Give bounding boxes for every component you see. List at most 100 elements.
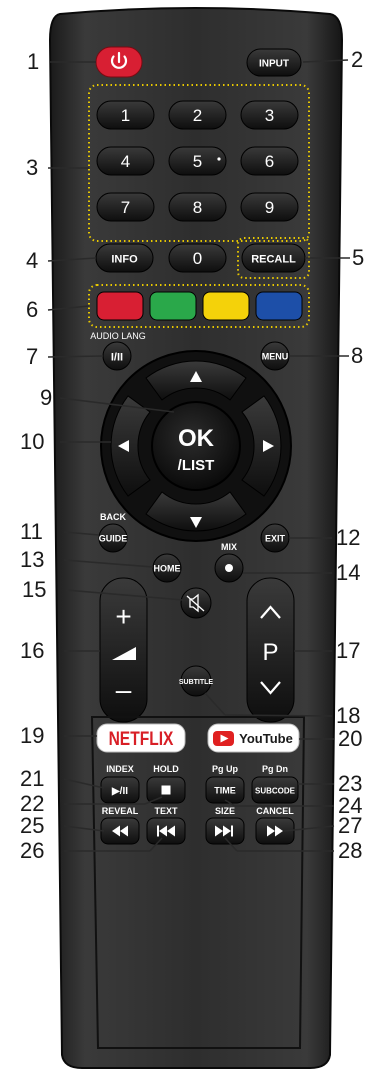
subcode-label: SUBCODE: [255, 787, 296, 796]
volume-down-label: –: [116, 674, 132, 705]
input-button[interactable]: INPUT: [246, 48, 302, 77]
index-label: INDEX: [106, 764, 134, 774]
digit-7-button[interactable]: 7: [96, 192, 155, 222]
callout-21: 21: [20, 766, 45, 791]
digit-1-label: 1: [121, 106, 130, 125]
digit-5-button[interactable]: 5: [168, 146, 227, 176]
tactile-dot-icon: [217, 157, 221, 161]
digit-2-button[interactable]: 2: [168, 100, 227, 130]
stop-icon: [161, 785, 171, 795]
input-label: INPUT: [259, 59, 289, 70]
callout-3: 3: [26, 155, 39, 180]
text-label: TEXT: [154, 806, 178, 816]
callout-9: 9: [40, 385, 53, 410]
callout-7: 7: [26, 344, 39, 369]
callout-25: 25: [20, 813, 45, 838]
digit-0-button[interactable]: 0: [168, 243, 227, 273]
info-label: INFO: [111, 254, 138, 266]
subtitle-label: SUBTITLE: [179, 679, 214, 686]
audio-lang-label: AUDIO LANG: [90, 331, 146, 341]
callout-19: 19: [20, 723, 45, 748]
exit-label: EXIT: [265, 534, 286, 544]
power-button[interactable]: [95, 46, 143, 78]
callout-26: 26: [20, 838, 45, 863]
callout-23: 23: [338, 771, 363, 796]
digit-4-label: 4: [121, 152, 130, 171]
ok-label: OK: [178, 425, 215, 452]
callout-6: 6: [26, 297, 39, 322]
digit-6-button[interactable]: 6: [240, 146, 299, 176]
mute-button[interactable]: [180, 587, 212, 619]
callout-14: 14: [336, 560, 361, 585]
callout-8: 8: [351, 343, 364, 368]
callout-20: 20: [338, 726, 363, 751]
mix-label: MIX: [221, 542, 237, 552]
digit-7-label: 7: [121, 198, 130, 217]
volume-rocker[interactable]: + –: [99, 577, 148, 723]
mix-button[interactable]: [214, 553, 244, 583]
guide-button[interactable]: GUIDE: [98, 523, 128, 553]
digit-5-label: 5: [193, 152, 202, 171]
text-previous-button[interactable]: [146, 817, 186, 845]
callout-1: 1: [27, 49, 40, 74]
digit-4-button[interactable]: 4: [96, 146, 155, 176]
channel-rocker[interactable]: P: [246, 577, 295, 723]
callout-5: 5: [352, 245, 365, 270]
red-key-button[interactable]: [96, 291, 144, 321]
callout-22: 22: [20, 791, 45, 816]
size-next-button[interactable]: [205, 817, 245, 845]
callout-28: 28: [338, 838, 363, 863]
callout-10: 10: [20, 429, 45, 454]
digit-6-label: 6: [265, 152, 274, 171]
netflix-label: NETFLIX: [109, 728, 174, 750]
callout-13: 13: [20, 547, 45, 572]
info-button[interactable]: INFO: [95, 243, 154, 273]
digit-3-label: 3: [265, 106, 274, 125]
digit-3-button[interactable]: 3: [240, 100, 299, 130]
index-play-pause-button[interactable]: ▶/II: [100, 776, 140, 804]
channel-label: P: [262, 639, 278, 666]
hold-label: HOLD: [153, 764, 179, 774]
callout-12: 12: [336, 525, 361, 550]
recall-label: RECALL: [251, 254, 296, 266]
callout-17: 17: [336, 638, 361, 663]
digit-9-label: 9: [265, 198, 274, 217]
mix-dot-icon: [225, 564, 233, 572]
callout-16: 16: [20, 638, 45, 663]
back-label: BACK: [100, 512, 126, 522]
yellow-key-button[interactable]: [202, 291, 250, 321]
exit-button[interactable]: EXIT: [260, 523, 290, 553]
size-label: SIZE: [215, 806, 235, 816]
recall-button[interactable]: RECALL: [241, 243, 306, 273]
menu-button[interactable]: MENU: [260, 341, 290, 371]
list-label: /LIST: [178, 457, 215, 474]
callout-11: 11: [20, 519, 43, 544]
blue-key-button[interactable]: [255, 291, 303, 321]
green-key-button[interactable]: [149, 291, 197, 321]
callout-18: 18: [336, 703, 361, 728]
audio-button[interactable]: I/II: [102, 341, 132, 371]
digit-9-button[interactable]: 9: [240, 192, 299, 222]
callout-27: 27: [338, 813, 363, 838]
guide-label: GUIDE: [99, 534, 128, 544]
ok-list-button[interactable]: OK /LIST: [151, 401, 241, 491]
subcode-button[interactable]: SUBCODE: [251, 776, 299, 804]
digit-0-label: 0: [193, 249, 202, 268]
time-label: TIME: [214, 786, 236, 796]
netflix-button[interactable]: NETFLIX: [96, 723, 186, 753]
menu-label: MENU: [262, 352, 289, 362]
digit-1-button[interactable]: 1: [96, 100, 155, 130]
cancel-label: CANCEL: [256, 806, 294, 816]
reveal-rewind-button[interactable]: [100, 817, 140, 845]
callout-15: 15: [22, 577, 47, 602]
youtube-button[interactable]: YouTube: [207, 723, 300, 753]
reveal-label: REVEAL: [102, 806, 139, 816]
hold-stop-button[interactable]: [146, 776, 186, 804]
time-button[interactable]: TIME: [205, 776, 245, 804]
callout-4: 4: [26, 248, 39, 273]
digit-8-button[interactable]: 8: [168, 192, 227, 222]
pgdn-label: Pg Dn: [262, 764, 288, 774]
digit-2-label: 2: [193, 106, 202, 125]
home-button[interactable]: HOME: [152, 553, 182, 583]
callout-2: 2: [351, 47, 364, 72]
